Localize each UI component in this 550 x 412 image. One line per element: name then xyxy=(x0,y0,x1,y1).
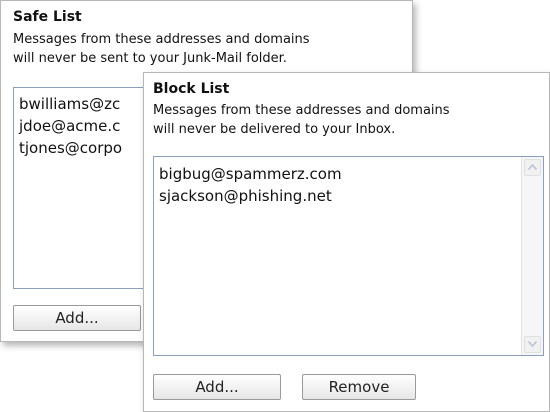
block-list-title: Block List xyxy=(153,81,230,97)
scroll-down-button[interactable] xyxy=(524,336,541,353)
stage: Safe List Messages from these addresses … xyxy=(0,0,550,412)
block-list-panel: Block List Messages from these addresses… xyxy=(143,72,550,412)
block-list-listbox[interactable]: bigbug@spammerz.com sjackson@phishing.ne… xyxy=(153,156,544,356)
list-item[interactable]: sjackson@phishing.net xyxy=(154,185,543,207)
block-list-description-line2: will never be delivered to your Inbox. xyxy=(153,122,396,137)
safe-list-title: Safe List xyxy=(13,9,82,25)
safe-list-description-line2: will never be sent to your Junk-Mail fol… xyxy=(13,51,287,66)
scroll-up-button[interactable] xyxy=(524,159,541,176)
list-item[interactable]: bigbug@spammerz.com xyxy=(154,163,543,185)
block-list-remove-button[interactable]: Remove xyxy=(302,374,416,400)
block-list-description-line1: Messages from these addresses and domain… xyxy=(153,103,450,118)
block-list-scrollbar[interactable] xyxy=(521,157,543,355)
block-list-add-button[interactable]: Add... xyxy=(153,374,281,400)
safe-list-description-line1: Messages from these addresses and domain… xyxy=(13,32,310,47)
chevron-down-icon xyxy=(528,341,537,347)
safe-list-add-button[interactable]: Add... xyxy=(13,305,141,331)
chevron-up-icon xyxy=(528,164,537,170)
